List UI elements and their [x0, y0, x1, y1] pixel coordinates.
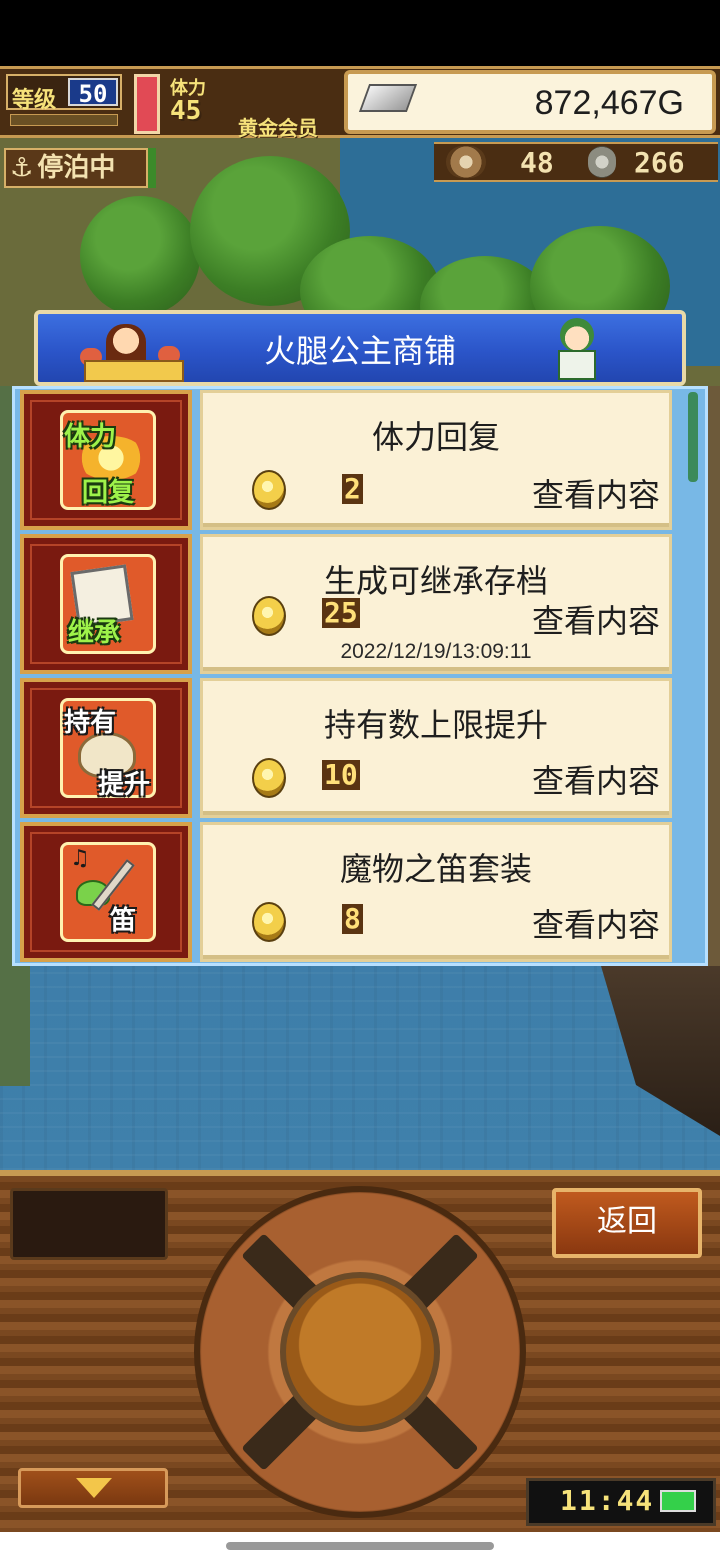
anchor-icon: ⚓: [10, 153, 34, 183]
coin-icon: [252, 470, 286, 510]
capacity-up-icon: 持有 提升: [20, 678, 192, 818]
game-clock: 11:44: [560, 1484, 655, 1517]
down-arrow-icon: [76, 1478, 112, 1498]
item-name: 魔物之笛套装: [339, 850, 532, 888]
stamina-recovery-icon: 体力 回复: [20, 390, 192, 530]
item-price: 8: [342, 902, 363, 935]
view-details-button[interactable]: 查看内容: [510, 596, 660, 642]
docked-label: 停泊中: [37, 153, 116, 183]
money-value: 872,467G: [534, 84, 684, 122]
view-details-button[interactable]: 查看内容: [510, 470, 660, 516]
stamina-gauge: [134, 74, 160, 134]
coin-icon: [252, 596, 286, 636]
resource1-value: 48: [520, 146, 554, 179]
inherit-save-icon: 继承: [20, 534, 192, 674]
scroll-icon: [70, 564, 134, 628]
level-label: 等级: [12, 88, 57, 113]
item-name: 体力回复: [371, 418, 500, 456]
sun-icon: [76, 436, 146, 480]
dial-center-button[interactable]: [280, 1272, 440, 1432]
icon-frame: [60, 842, 156, 942]
icon-frame: [60, 698, 156, 798]
medal-icon: [588, 146, 616, 178]
tree: [80, 196, 200, 316]
food-bowl-icon: [446, 146, 486, 178]
stamina-value: 45: [170, 96, 202, 126]
home-indicator[interactable]: [226, 1542, 494, 1550]
icon-label-top: 继承: [68, 618, 121, 648]
icon-frame: [60, 554, 156, 654]
flute-icon: [91, 859, 135, 911]
battery-icon: [660, 1490, 696, 1512]
silver-bar-icon: [358, 84, 418, 112]
resource2-value: 266: [634, 146, 685, 179]
icon-label-bottom: 回复: [82, 478, 135, 508]
docked-status: ⚓ 停泊中: [4, 148, 148, 188]
icon-label-top: 持有: [64, 708, 117, 738]
bag-icon: [78, 732, 136, 778]
item-price: 2: [342, 472, 363, 505]
empty-slot: [10, 1188, 168, 1260]
exp-bar: [10, 114, 118, 126]
icon-label-bottom: 提升: [98, 770, 151, 800]
view-details-button[interactable]: 查看内容: [510, 900, 660, 946]
view-details-button[interactable]: 查看内容: [510, 756, 660, 802]
coin-icon: [252, 758, 286, 798]
icon-label-top: 笛: [110, 906, 137, 936]
icon-label-top: 体力: [64, 422, 117, 452]
item-price: 25: [322, 596, 360, 629]
coin-icon: [252, 902, 286, 942]
slime-icon: [76, 880, 110, 906]
list-scrollbar[interactable]: [688, 392, 698, 482]
item-name: 持有数上限提升: [323, 706, 548, 744]
shop-title: 火腿公主商铺: [263, 332, 456, 370]
music-note-icon: ♫: [70, 846, 90, 871]
back-button[interactable]: 返回: [552, 1188, 702, 1258]
icon-frame: [60, 410, 156, 510]
member-badge: 黄金会员: [238, 116, 318, 140]
system-status-bar: [0, 0, 720, 66]
monster-flute-icon: ♫ 笛: [20, 822, 192, 962]
save-timestamp: 2022/12/19/13:09:11: [340, 640, 532, 663]
item-price: 10: [322, 758, 360, 791]
docked-indicator: [148, 148, 156, 188]
level-value: 50: [68, 78, 118, 108]
